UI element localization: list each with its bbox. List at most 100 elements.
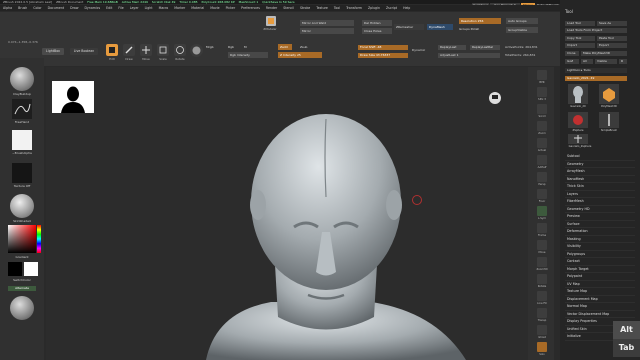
menu-item[interactable]: Macro <box>156 5 172 11</box>
solo-button[interactable] <box>537 342 547 352</box>
tool-thumb-simplebrush[interactable] <box>599 112 619 128</box>
menu-item[interactable]: Texture <box>313 5 331 11</box>
visible-button[interactable]: Visible <box>595 59 617 64</box>
submenu-item[interactable]: Thick Skin <box>565 183 635 191</box>
move-view-button[interactable] <box>537 240 547 250</box>
edit-mode-button[interactable] <box>106 44 118 56</box>
m-button[interactable]: M <box>244 45 249 50</box>
submenu-item[interactable]: NanoMesh <box>565 176 635 183</box>
lightbox-button[interactable]: LightBox <box>42 48 64 55</box>
move-mode-button[interactable] <box>140 44 152 56</box>
mrgb-button[interactable]: Mrgb <box>206 45 220 50</box>
groups-polish[interactable]: Groups Polish <box>459 27 501 31</box>
export-button[interactable]: Export <box>597 43 627 48</box>
draw-mode-button[interactable] <box>123 44 135 56</box>
menu-item[interactable]: Zscript <box>383 5 400 11</box>
scale-mode-button[interactable] <box>157 44 169 56</box>
import-button[interactable]: Import <box>565 43 595 48</box>
replay-last-rel-button[interactable]: ReplayLastRel <box>470 45 500 50</box>
scroll-button[interactable] <box>537 104 547 114</box>
submenu-item[interactable]: Morph Target <box>565 266 635 273</box>
texture-thumbnail[interactable] <box>12 163 32 183</box>
submenu-item[interactable]: Texture Map <box>565 288 635 296</box>
submenu-item[interactable]: Normal Map <box>565 303 635 311</box>
menu-item[interactable]: Stencil <box>280 5 297 11</box>
load-tool-button[interactable]: Load Tool <box>565 21 595 26</box>
menu-item[interactable]: Marker <box>171 5 188 11</box>
adjust-last-slider[interactable]: AdjustLast 1 <box>438 53 500 58</box>
rotate-mode-button[interactable] <box>174 44 186 56</box>
submenu-item[interactable]: Polypaint <box>565 273 635 281</box>
paste-tool-button[interactable]: Paste Tool <box>597 36 627 41</box>
zoom3d-button[interactable] <box>537 257 547 267</box>
menu-item[interactable]: Alpha <box>0 5 15 11</box>
current-tool-slider[interactable]: Gavrailo_2021. 49 <box>565 76 627 81</box>
floor-button[interactable] <box>537 189 547 199</box>
tool-thumb-polymesh[interactable] <box>599 84 619 104</box>
menu-item[interactable]: Edit <box>103 5 115 11</box>
stroke-thumbnail[interactable] <box>12 99 32 119</box>
menu-item[interactable]: Stroke <box>297 5 313 11</box>
transp-button[interactable] <box>537 308 547 318</box>
auto-groups-button[interactable]: Auto Groups <box>506 18 538 24</box>
dynamic-toggle[interactable]: Dynamic <box>412 48 425 52</box>
make-polymesh-button[interactable]: Make PolyMesh3D <box>581 51 627 56</box>
ghost-button[interactable] <box>537 325 547 335</box>
menu-item[interactable]: Help <box>400 5 413 11</box>
submenu-item[interactable]: Surface <box>565 221 635 228</box>
save-as-button[interactable]: Save As <box>597 21 627 26</box>
menu-item[interactable]: Render <box>263 5 280 11</box>
bpr-button[interactable] <box>537 70 547 80</box>
clone-button[interactable]: Clone <box>565 51 579 56</box>
rgb-intensity-slider[interactable]: Rgb Intensity <box>228 52 268 58</box>
menu-item[interactable]: Movie <box>207 5 222 11</box>
dynamesh-button[interactable]: DynaMesh <box>427 24 453 30</box>
menu-item[interactable]: Color <box>30 5 44 11</box>
del-hidden-button[interactable]: Del Hidden <box>362 20 392 26</box>
rotate-view-button[interactable] <box>537 274 547 284</box>
alternate-button[interactable]: Alternate <box>8 286 36 291</box>
z-intensity-slider[interactable]: Z Intensity 25 <box>278 52 322 58</box>
canvas-viewport[interactable] <box>46 67 528 360</box>
load-from-project-button[interactable]: Load Tools From Project <box>565 28 627 33</box>
submenu-item[interactable]: Vector Displacement Map <box>565 311 635 318</box>
goz-button[interactable]: GoZ <box>565 59 579 64</box>
aahalf-button[interactable] <box>537 155 547 165</box>
secondary-color-swatch[interactable] <box>24 262 38 276</box>
orientation-gizmo[interactable] <box>486 89 504 107</box>
menu-item[interactable]: Brush <box>15 5 30 11</box>
submenu-item[interactable]: Polygroups <box>565 251 635 258</box>
group-visible-button[interactable]: GroupVisible <box>506 27 538 33</box>
brush-thumbnail[interactable] <box>10 67 34 91</box>
resolution-slider[interactable]: Resolution 256 <box>459 18 501 24</box>
r-button[interactable]: R <box>619 59 627 64</box>
submenu-item[interactable]: UV Map <box>565 281 635 288</box>
menu-item[interactable]: Material <box>188 5 207 11</box>
submenu-item[interactable]: Masking <box>565 236 635 243</box>
submenu-item[interactable]: Layers <box>565 191 635 198</box>
submenu-item[interactable]: Preview <box>565 213 635 221</box>
submenu-item[interactable]: Geometry <box>565 161 635 168</box>
tool-thumb-zsphere-figure[interactable] <box>568 134 588 144</box>
zoom-button[interactable] <box>537 121 547 131</box>
submenu-item[interactable]: ArrayMesh <box>565 168 635 176</box>
rgb-button[interactable]: Rgb <box>228 45 238 50</box>
menu-item[interactable]: Document <box>45 5 68 11</box>
lsym-button[interactable] <box>537 206 547 216</box>
menu-item[interactable]: Zplugin <box>365 5 383 11</box>
menu-item[interactable]: Layer <box>127 5 142 11</box>
hue-slider[interactable] <box>37 225 41 253</box>
copy-tool-button[interactable]: Copy Tool <box>565 36 595 41</box>
menu-item[interactable]: Light <box>142 5 156 11</box>
tool-thumb-gavrailo[interactable] <box>568 84 588 104</box>
tool-thumb-zsphere[interactable] <box>568 112 588 128</box>
submenu-item[interactable]: FiberMesh <box>565 198 635 206</box>
menu-item[interactable]: Draw <box>67 5 81 11</box>
replay-last-button[interactable]: ReplayLast <box>438 45 466 50</box>
draw-size-slider[interactable]: Draw Size 43.76337 <box>358 53 408 58</box>
zsub-button[interactable]: Zsub <box>300 45 312 49</box>
submenu-item[interactable]: Visibility <box>565 243 635 251</box>
linefill-button[interactable] <box>537 291 547 301</box>
all-button[interactable]: All <box>581 59 593 64</box>
menu-item[interactable]: File <box>115 5 126 11</box>
